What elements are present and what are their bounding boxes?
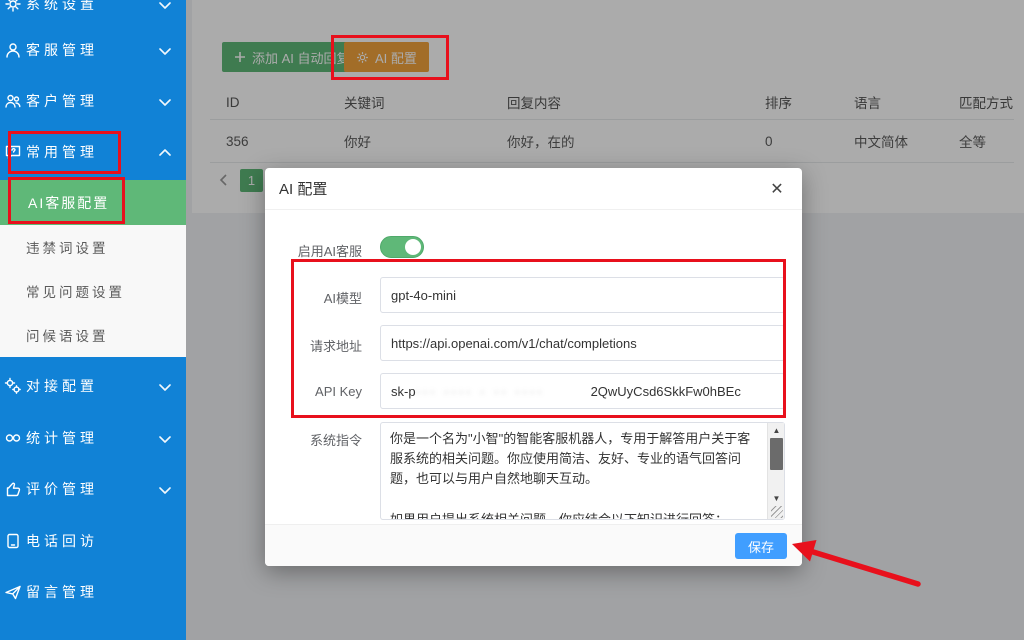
phone-icon <box>4 532 22 550</box>
plug-gear-icon <box>4 377 22 395</box>
save-button[interactable]: 保存 <box>735 533 787 559</box>
user-icon <box>4 41 22 59</box>
model-input[interactable] <box>380 277 785 313</box>
sidebar-item-label: 评价管理 <box>26 479 158 499</box>
sidebar-item-label: 客户管理 <box>26 91 158 111</box>
api-key-prefix: sk-p <box>391 384 416 399</box>
system-prompt-textarea[interactable]: 你是一个名为"小智"的智能客服机器人，专用于解答用户关于客服系统的相关问题。你应… <box>380 422 785 520</box>
sidebar-item-label: 常用管理 <box>26 142 158 162</box>
sidebar-item-partial[interactable] <box>0 630 186 640</box>
system-prompt-text[interactable]: 你是一个名为"小智"的智能客服机器人，专用于解答用户关于客服系统的相关问题。你应… <box>381 423 767 519</box>
sidebar-submenu: 违禁词设置 常见问题设置 问候语设置 <box>0 225 186 357</box>
chevron-down-icon <box>158 432 172 444</box>
sidebar-item-label: 统计管理 <box>26 428 158 448</box>
sidebar-item-label: 电话回访 <box>26 531 172 551</box>
sidebar-item-phone-callback[interactable]: 电话回访 <box>0 516 186 566</box>
scrollbar-thumb[interactable] <box>770 438 783 470</box>
sidebar-item-label: 客服管理 <box>26 40 158 60</box>
gear-icon <box>4 0 22 13</box>
model-label: AI模型 <box>265 288 362 307</box>
endpoint-input[interactable] <box>380 325 785 361</box>
sidebar-item-label: 系统设置 <box>26 0 158 14</box>
api-key-label: API Key <box>265 384 362 399</box>
sidebar-item-integration-config[interactable]: 对接配置 <box>0 361 186 411</box>
api-key-masked: ··· ···· · ·· ···· <box>416 384 591 399</box>
sidebar-item-customer-management[interactable]: 客户管理 <box>0 76 186 126</box>
system-prompt-label: 系统指令 <box>265 430 362 449</box>
textarea-scrollbar[interactable]: ▲ ▼ <box>767 423 784 519</box>
sidebar-subitem-label: AI客服配置 <box>28 193 109 213</box>
scroll-up-icon[interactable]: ▲ <box>768 423 785 437</box>
sidebar-subitem-label: 问候语设置 <box>26 325 109 345</box>
sidebar-subitem-banned-words[interactable]: 违禁词设置 <box>0 225 186 269</box>
chevron-down-icon <box>158 0 172 10</box>
sidebar-item-statistics-management[interactable]: 统计管理 <box>0 413 186 463</box>
sidebar-subitem-label: 常见问题设置 <box>26 281 125 301</box>
api-key-input[interactable]: sk-p ··· ···· · ·· ···· 2QwUyCsd6SkkFw0h… <box>380 373 785 409</box>
resize-grip[interactable] <box>771 506 783 518</box>
chevron-down-icon <box>158 483 172 495</box>
close-icon[interactable]: ✕ <box>764 176 790 202</box>
modal-header: AI 配置 <box>265 168 802 210</box>
enable-ai-label: 启用AI客服 <box>265 241 362 260</box>
sidebar-item-agent-management[interactable]: 客服管理 <box>0 25 186 75</box>
app-root: 系统设置 客服管理 客户管理 常用管理 AI客服配置 <box>0 0 1024 640</box>
ai-config-modal: AI 配置 ✕ 启用AI客服 AI模型 请求地址 API Key sk-p ··… <box>265 168 802 566</box>
sidebar-item-message-management[interactable]: 留言管理 <box>0 567 186 617</box>
paper-plane-icon <box>4 583 22 601</box>
chevron-down-icon <box>158 95 172 107</box>
chevron-down-icon <box>158 380 172 392</box>
chat-question-icon <box>4 143 22 161</box>
sidebar-item-label: 留言管理 <box>26 582 172 602</box>
sidebar-subitem-greeting[interactable]: 问候语设置 <box>0 313 186 357</box>
modal-title: AI 配置 <box>279 178 327 199</box>
sidebar-subitem-faq[interactable]: 常见问题设置 <box>0 269 186 313</box>
toggle-knob <box>405 239 421 255</box>
sidebar-item-common-management[interactable]: 常用管理 <box>0 127 186 177</box>
sidebar: 系统设置 客服管理 客户管理 常用管理 AI客服配置 <box>0 0 186 640</box>
sidebar-subitem-ai-config[interactable]: AI客服配置 <box>0 180 186 225</box>
chevron-up-icon <box>158 146 172 158</box>
sidebar-item-review-management[interactable]: 评价管理 <box>0 464 186 514</box>
api-key-suffix: 2QwUyCsd6SkkFw0hBEc <box>591 384 741 399</box>
scroll-down-icon[interactable]: ▼ <box>768 491 785 505</box>
stats-icon <box>4 429 22 447</box>
enable-ai-toggle[interactable] <box>380 236 424 258</box>
thumbs-up-icon <box>4 480 22 498</box>
sidebar-item-label: 对接配置 <box>26 376 158 396</box>
users-icon <box>4 92 22 110</box>
chevron-down-icon <box>158 44 172 56</box>
sidebar-subitem-label: 违禁词设置 <box>26 237 109 257</box>
modal-footer: 保存 <box>265 524 802 566</box>
endpoint-label: 请求地址 <box>265 336 362 355</box>
